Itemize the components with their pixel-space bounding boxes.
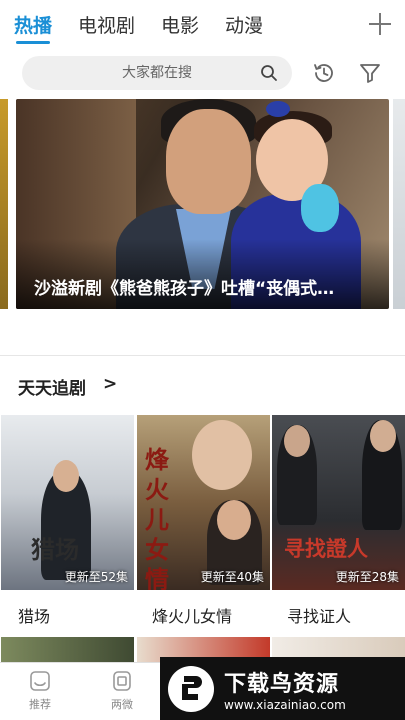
- search-placeholder: 大家都在搜: [122, 65, 192, 81]
- show-title-3[interactable]: 寻找证人: [287, 603, 351, 627]
- watermark-banner: 下载鸟资源 www.xiazainiao.com: [160, 657, 405, 720]
- nav-recommend-label: 推荐: [29, 698, 51, 711]
- filter-icon[interactable]: [358, 61, 382, 85]
- nav-weibo-label: 两微: [111, 698, 133, 711]
- tab-anime[interactable]: 动漫: [225, 0, 263, 52]
- banner-carousel[interactable]: 沙溢新剧《熊爸熊孩子》吐槽“丧偶式…: [0, 99, 405, 309]
- poster-1-title-art: 猎场: [31, 535, 79, 564]
- nav-recommend[interactable]: 推荐: [10, 669, 70, 712]
- poster-show-2[interactable]: 烽火儿女情 更新至40集: [137, 415, 270, 590]
- recommend-icon: [30, 671, 50, 691]
- banner-caption: 沙溢新剧《熊爸熊孩子》吐槽“丧偶式…: [34, 279, 335, 299]
- poster-3-face-left: [284, 425, 310, 457]
- poster-show-1[interactable]: 猎场 更新至52集: [1, 415, 134, 590]
- poster-3-update-badge: 更新至28集: [335, 570, 399, 584]
- poster-3-title-art: 寻找證人: [284, 536, 368, 561]
- add-channel-icon[interactable]: [369, 13, 391, 35]
- section-more-arrow[interactable]: >: [103, 374, 117, 394]
- poster-1-update-badge: 更新至52集: [64, 570, 128, 584]
- poster-3-face-right: [370, 420, 396, 452]
- banner-man-face: [166, 109, 251, 214]
- poster-show-3[interactable]: 寻找證人 更新至28集: [272, 415, 405, 590]
- poster-2-face-bottom: [217, 500, 251, 540]
- watermark-url: www.xiazainiao.com: [224, 697, 346, 712]
- banner-slide[interactable]: 沙溢新剧《熊爸熊孩子》吐槽“丧偶式…: [16, 99, 389, 309]
- banner-prev-peek: [0, 99, 8, 309]
- bird-logo-icon: [168, 665, 214, 712]
- poster-2-update-badge: 更新至40集: [200, 570, 264, 584]
- tab-tv-series[interactable]: 电视剧: [78, 0, 135, 52]
- section-title[interactable]: 天天追剧: [18, 374, 86, 399]
- show-title-2[interactable]: 烽火儿女情: [152, 603, 232, 627]
- tab-movies[interactable]: 电影: [161, 0, 199, 52]
- weibo-icon: [113, 671, 131, 691]
- search-icon[interactable]: [260, 64, 278, 82]
- section-divider: [0, 355, 405, 356]
- history-icon[interactable]: [312, 61, 336, 85]
- banner-toy: [301, 184, 339, 232]
- poster-2-figure-top: [192, 420, 252, 490]
- search-row: 大家都在搜: [0, 56, 405, 90]
- show-poster-row: 猎场 更新至52集 烽火儿女情 更新至40集 寻找證人 更新至28集: [0, 415, 405, 590]
- banner-hair-bow: [266, 101, 290, 117]
- nav-weibo[interactable]: 两微: [92, 669, 152, 712]
- watermark-title: 下载鸟资源: [224, 671, 340, 697]
- watermark-text: 下载鸟资源 www.xiazainiao.com: [224, 666, 346, 712]
- show-title-1[interactable]: 猎场: [18, 603, 50, 627]
- poster-2-title-art: 烽火儿女情: [145, 445, 169, 590]
- tab-hot[interactable]: 热播: [14, 0, 52, 52]
- search-input[interactable]: 大家都在搜: [22, 56, 292, 90]
- banner-next-peek: [393, 99, 405, 309]
- top-tab-bar: 热播 电视剧 电影 动漫: [0, 0, 405, 52]
- poster-1-face: [53, 460, 79, 492]
